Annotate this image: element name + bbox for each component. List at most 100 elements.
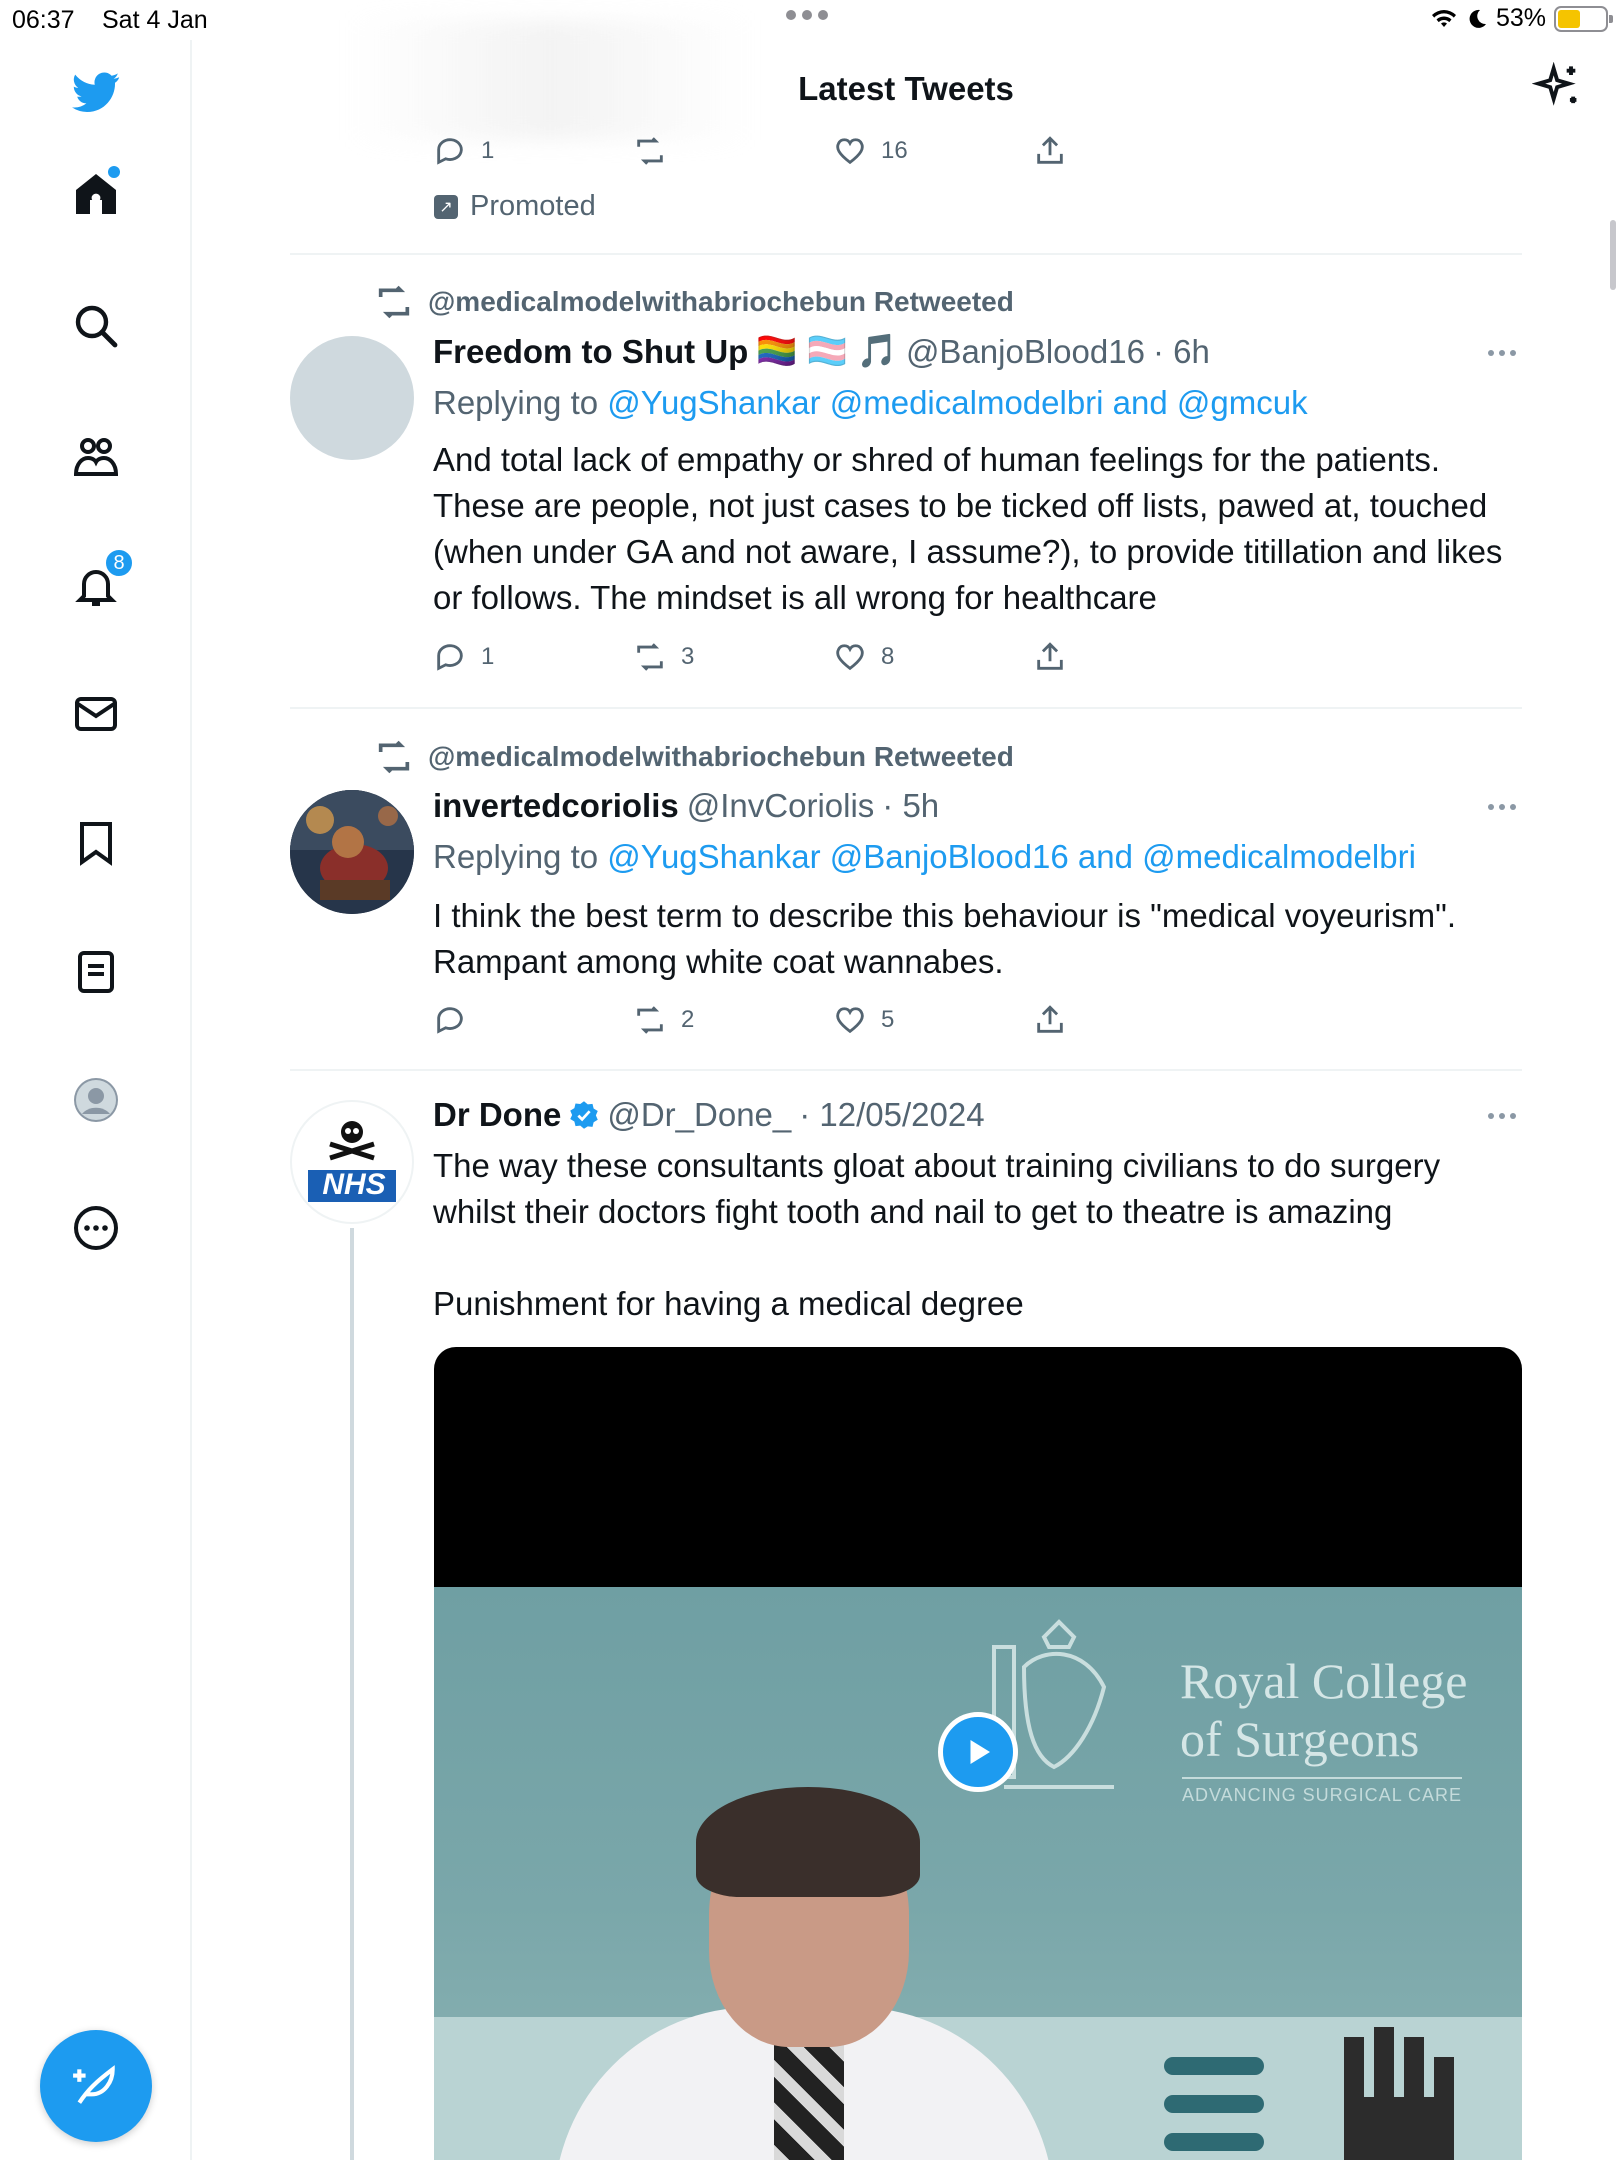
replying-to-label: Replying to bbox=[433, 838, 608, 875]
tweet-time: · 5h bbox=[882, 787, 940, 824]
retweet-button[interactable]: 2 bbox=[633, 1003, 833, 1037]
thread-line bbox=[350, 1228, 354, 2160]
avatar[interactable] bbox=[290, 336, 414, 460]
lists-icon[interactable] bbox=[68, 944, 124, 1000]
profile-icon[interactable] bbox=[68, 1072, 124, 1128]
rcs-line-1: Royal College bbox=[1180, 1653, 1468, 1709]
share-icon bbox=[1037, 136, 1063, 164]
retweeted-by[interactable]: @medicalmodelwithabriochebun Retweeted bbox=[374, 737, 1014, 777]
replying-to: Replying to @YugShankar @BanjoBlood16 an… bbox=[433, 838, 1416, 876]
retweet-icon bbox=[378, 740, 410, 774]
share-button[interactable] bbox=[1033, 1003, 1233, 1037]
retweeted-by-text: @medicalmodelwithabriochebun Retweeted bbox=[428, 741, 1014, 772]
twitter-bird-logo-icon[interactable] bbox=[68, 64, 124, 120]
like-button[interactable]: 8 bbox=[833, 640, 1033, 674]
moon-icon bbox=[1469, 9, 1486, 28]
promoted-text: Promoted bbox=[470, 190, 596, 222]
promoted-icon: ↗ bbox=[434, 194, 458, 219]
messages-icon[interactable] bbox=[68, 686, 124, 742]
play-icon bbox=[970, 1740, 990, 1764]
reply-button[interactable]: 1 bbox=[433, 134, 633, 168]
sidebar: 8 bbox=[0, 40, 192, 2160]
user-handle[interactable]: @InvCoriolis bbox=[687, 787, 875, 825]
status-right: 53% bbox=[1430, 4, 1613, 33]
nhs-avatar-label: NHS bbox=[322, 1168, 386, 1201]
more-options-icon[interactable] bbox=[1488, 350, 1516, 356]
retweet-icon bbox=[637, 1006, 663, 1034]
video-player[interactable]: Royal College of Surgeons ADVANCING SURG… bbox=[434, 1347, 1522, 2160]
previous-tweet-media-fade bbox=[350, 20, 750, 140]
avatar[interactable] bbox=[290, 790, 414, 914]
verified-badge-icon bbox=[570, 1101, 599, 1129]
notifications-badge: 8 bbox=[104, 548, 134, 578]
promoted-tweet-actions: 1 16 bbox=[433, 134, 1233, 168]
search-icon[interactable] bbox=[68, 298, 124, 354]
name-emoji: 🏳️‍🌈 🏳️‍⚧️ 🎵 bbox=[756, 332, 898, 369]
tweet-header: Dr Done @Dr_Done_ · 12/05/2024 bbox=[433, 1096, 985, 1134]
replying-to-users[interactable]: @YugShankar @BanjoBlood16 and @medicalmo… bbox=[607, 838, 1416, 875]
presenter-hair bbox=[696, 1787, 920, 1897]
tweet-text: The way these consultants gloat about tr… bbox=[433, 1147, 1441, 1230]
sparkle-icon[interactable] bbox=[1532, 62, 1584, 114]
skull-nhs-avatar-icon bbox=[308, 1121, 396, 1202]
tweet-actions: 1 3 8 bbox=[433, 640, 1233, 674]
divider bbox=[290, 707, 1522, 709]
heart-icon bbox=[836, 138, 864, 165]
reply-icon bbox=[437, 138, 463, 165]
scrollbar[interactable] bbox=[1610, 220, 1616, 290]
retweet-button[interactable]: 3 bbox=[633, 640, 833, 674]
notifications-icon[interactable]: 8 bbox=[68, 548, 134, 614]
replying-to-users[interactable]: @YugShankar @medicalmodelbri and @gmcuk bbox=[607, 384, 1307, 421]
share-button[interactable] bbox=[1033, 640, 1233, 674]
retweet-count: 3 bbox=[681, 643, 695, 670]
retweet-icon bbox=[378, 285, 410, 319]
replying-to: Replying to @YugShankar @medicalmodelbri… bbox=[433, 384, 1308, 422]
retweeted-by[interactable]: @medicalmodelwithabriochebun Retweeted bbox=[374, 282, 1014, 322]
user-handle[interactable]: @Dr_Done_ bbox=[607, 1096, 791, 1134]
like-button[interactable]: 16 bbox=[833, 134, 1033, 168]
rcs-line-2: of Surgeons bbox=[1180, 1711, 1420, 1767]
reply-button[interactable]: 1 bbox=[433, 640, 633, 674]
heart-icon bbox=[836, 1007, 864, 1034]
battery-percent: 53% bbox=[1495, 4, 1546, 32]
retweet-icon bbox=[637, 643, 663, 671]
like-count: 5 bbox=[881, 1006, 895, 1033]
display-name[interactable]: invertedcoriolis bbox=[433, 787, 679, 825]
avatar-image bbox=[290, 790, 414, 914]
bookmarks-icon[interactable] bbox=[68, 814, 124, 870]
communities-icon[interactable] bbox=[68, 428, 124, 484]
video-frame: Royal College of Surgeons ADVANCING SURG… bbox=[434, 1587, 1522, 2160]
user-handle[interactable]: @BanjoBlood16 bbox=[906, 333, 1145, 371]
tweet-text: And total lack of empathy or shred of hu… bbox=[433, 441, 1503, 616]
more-options-icon[interactable] bbox=[1488, 804, 1516, 810]
promoted-label: ↗ Promoted bbox=[434, 190, 596, 223]
display-name[interactable]: Freedom to Shut Up bbox=[433, 333, 748, 371]
feather-plus-icon bbox=[73, 2065, 115, 2104]
tweet-text-line-2: Punishment for having a medical degree bbox=[433, 1285, 1024, 1322]
reply-icon bbox=[437, 1007, 463, 1034]
like-count: 8 bbox=[881, 643, 895, 670]
share-icon bbox=[1037, 642, 1063, 670]
tweet-text: I think the best term to describe this b… bbox=[433, 897, 1457, 980]
display-name[interactable]: Dr Done bbox=[433, 1096, 561, 1134]
hand-logo-icon bbox=[1164, 2027, 1454, 2160]
share-icon bbox=[1037, 1005, 1063, 1033]
more-options-icon[interactable] bbox=[1488, 1113, 1516, 1119]
retweet-icon bbox=[637, 137, 663, 165]
retweet-button[interactable] bbox=[633, 134, 833, 168]
retweet-count: 2 bbox=[681, 1006, 695, 1033]
reply-count: 1 bbox=[481, 643, 495, 670]
like-button[interactable]: 5 bbox=[833, 1003, 1033, 1037]
tweet-header: invertedcoriolis @InvCoriolis · 5h bbox=[433, 787, 939, 825]
retweeted-by-text: @medicalmodelwithabriochebun Retweeted bbox=[428, 286, 1014, 317]
share-button[interactable] bbox=[1033, 134, 1233, 168]
multitasking-dots-icon[interactable] bbox=[786, 10, 828, 20]
reply-button[interactable] bbox=[433, 1003, 633, 1037]
home-icon[interactable] bbox=[68, 166, 124, 222]
compose-tweet-button[interactable] bbox=[40, 2030, 152, 2142]
status-time: 06:37 bbox=[12, 6, 75, 34]
reply-icon bbox=[437, 644, 463, 671]
avatar[interactable]: NHS bbox=[290, 1100, 414, 1224]
play-button[interactable] bbox=[938, 1712, 1018, 1792]
more-icon[interactable] bbox=[68, 1200, 124, 1256]
